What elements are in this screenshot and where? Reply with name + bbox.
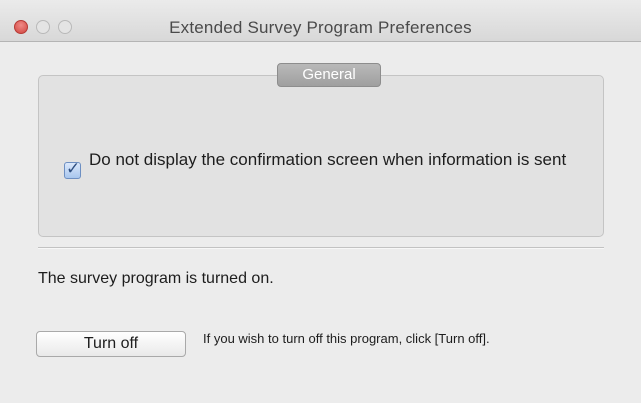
status-text: The survey program is turned on.: [38, 270, 274, 287]
general-tab-label: General: [277, 63, 381, 87]
turn-off-button[interactable]: Turn off: [36, 331, 186, 357]
checkmark-icon: ✓: [66, 159, 81, 178]
separator: [38, 247, 604, 249]
window-title: Extended Survey Program Preferences: [169, 18, 472, 37]
confirmation-checkbox-label[interactable]: Do not display the confirmation screen w…: [89, 148, 599, 172]
turn-off-hint: If you wish to turn off this program, cl…: [203, 331, 490, 346]
title-bar[interactable]: Extended Survey Program Preferences: [0, 0, 641, 42]
preferences-window: Extended Survey Program Preferences Gene…: [0, 0, 641, 403]
confirmation-checkbox[interactable]: ✓: [64, 159, 81, 179]
